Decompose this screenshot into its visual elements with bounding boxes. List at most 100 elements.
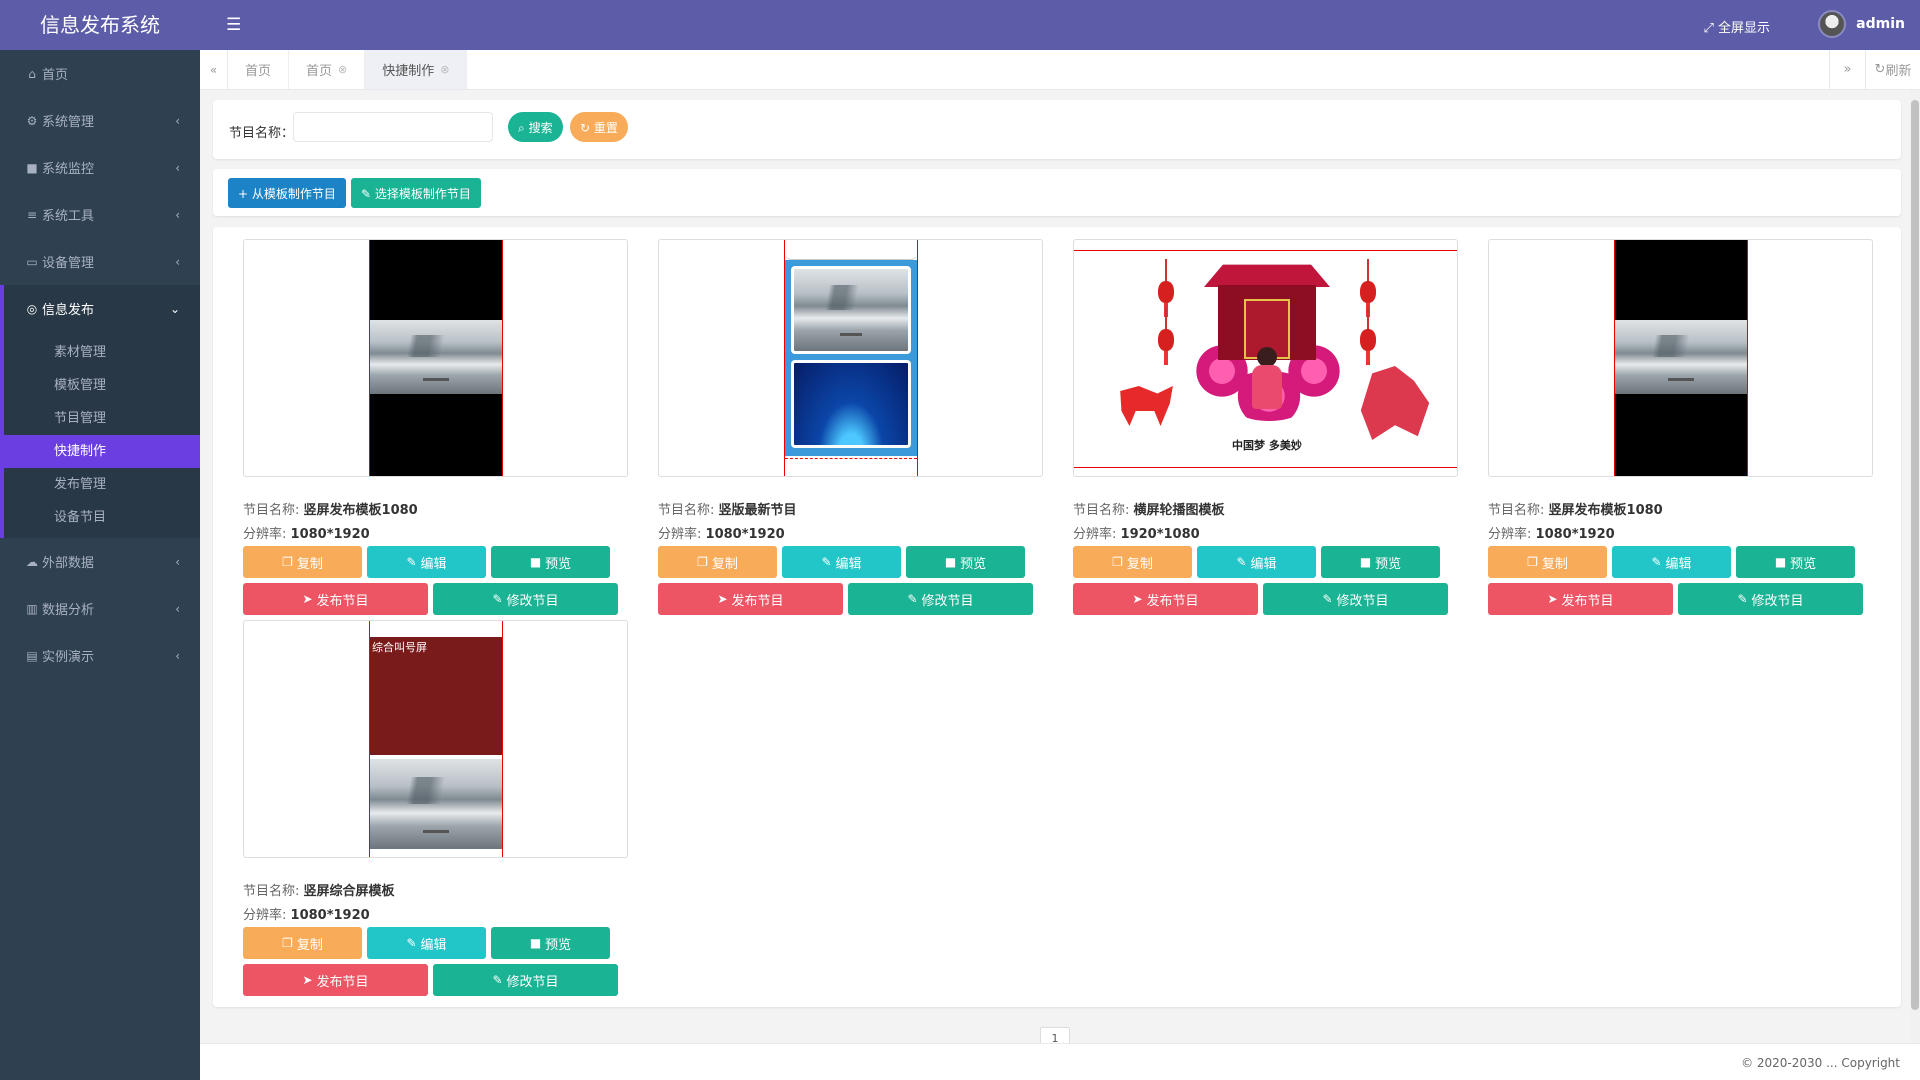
sidebar-item-info-publish[interactable]: ◎ 信息发布 ⌄ <box>0 285 200 332</box>
copy-icon: ❐ <box>697 555 708 569</box>
search-button-label: 搜索 <box>528 120 553 135</box>
action-panel: + 从模板制作节目 ✎ 选择模板制作节目 <box>213 169 1901 216</box>
edit-button[interactable]: ✎ 编辑 <box>367 927 486 959</box>
book-icon: ▤ <box>26 648 38 663</box>
copyright-text: © 2020-2030 ... Copyright <box>1741 1056 1900 1070</box>
program-thumbnail[interactable] <box>243 239 628 477</box>
sidebar-subitem-programs[interactable]: 节目管理 <box>4 402 200 435</box>
sidebar-subitem-quick-make[interactable]: 快捷制作 <box>0 435 200 468</box>
program-resolution: 分辨率: 1920*1080 <box>1073 527 1200 542</box>
sidebar-item-system-management[interactable]: ⚙ 系统管理 ‹ <box>0 97 200 144</box>
edit-button[interactable]: ✎ 编辑 <box>1197 546 1316 578</box>
sidebar-item-data-analysis[interactable]: ▥ 数据分析 ‹ <box>0 585 200 632</box>
program-name: 节目名称: 竖屏发布模板1080 <box>1488 503 1663 518</box>
menu-toggle-icon[interactable]: ☰ <box>226 15 241 35</box>
program-name: 节目名称: 竖屏综合屏模板 <box>243 884 395 899</box>
select-template-button[interactable]: ✎ 选择模板制作节目 <box>351 178 481 208</box>
double-chevron-right-icon: » <box>1843 62 1852 77</box>
copy-button[interactable]: ❐ 复制 <box>658 546 777 578</box>
edit-button[interactable]: ✎ 编辑 <box>782 546 901 578</box>
tab-home-2[interactable]: 首页 ⊗ <box>289 50 366 89</box>
tab-home[interactable]: 首页 <box>228 50 290 89</box>
copy-button[interactable]: ❐ 复制 <box>1073 546 1192 578</box>
plus-icon: + <box>238 186 249 201</box>
copy-icon: ❐ <box>282 555 293 569</box>
refresh-button[interactable]: ↻ 刷新 <box>1865 50 1920 89</box>
video-icon: ■ <box>529 936 542 950</box>
edit-icon: ✎ <box>406 936 417 950</box>
modify-button[interactable]: ✎ 修改节目 <box>1263 583 1448 615</box>
preview-button[interactable]: ■ 预览 <box>1321 546 1440 578</box>
copy-icon: ❐ <box>282 936 293 950</box>
user-menu[interactable]: admin <box>1818 10 1905 38</box>
edit-button[interactable]: ✎ 编辑 <box>1612 546 1731 578</box>
copy-button[interactable]: ❐ 复制 <box>243 546 362 578</box>
lantern-decoration <box>1158 307 1174 365</box>
sidebar-item-external-data[interactable]: ☁ 外部数据 ‹ <box>0 538 200 585</box>
tabs-scroll-left-button[interactable]: « <box>200 50 228 89</box>
sidebar-item-system-tools[interactable]: ≡ 系统工具 ‹ <box>0 191 200 238</box>
sidebar-item-device-management[interactable]: ▭ 设备管理 ‹ <box>0 238 200 285</box>
pencil-square-icon: ✎ <box>1322 592 1333 606</box>
modify-button[interactable]: ✎ 修改节目 <box>848 583 1033 615</box>
publish-button[interactable]: ➤ 发布节目 <box>243 964 428 996</box>
chevron-left-icon: ‹ <box>175 113 180 128</box>
dancer-paper-cut <box>1360 366 1430 440</box>
sidebar-item-system-monitor[interactable]: ■ 系统监控 ‹ <box>0 144 200 191</box>
tabs-scroll-right-button[interactable]: » <box>1829 50 1865 89</box>
modify-button[interactable]: ✎ 修改节目 <box>433 964 618 996</box>
edit-icon: ✎ <box>1651 555 1662 569</box>
sidebar-item-home[interactable]: ⌂ 首页 <box>0 50 200 97</box>
reset-button-label: 重置 <box>593 120 618 135</box>
copy-button[interactable]: ❐ 复制 <box>1488 546 1607 578</box>
vertical-scrollbar[interactable] <box>1910 90 1920 1043</box>
copy-icon: ❐ <box>1527 555 1538 569</box>
main-content: 节目名称： ⌕ 搜索 ↻ 重置 + 从模板制作节目 ✎ 选择模板制作节目 节目名… <box>200 90 1920 1080</box>
sidebar-subitem-materials[interactable]: 素材管理 <box>4 336 200 369</box>
video-icon: ■ <box>944 555 957 569</box>
preview-button[interactable]: ■ 预览 <box>906 546 1025 578</box>
scrollbar-thumb[interactable] <box>1911 100 1919 1010</box>
publish-button[interactable]: ➤ 发布节目 <box>243 583 428 615</box>
program-thumbnail[interactable]: 中国梦 多美妙 <box>1073 239 1458 477</box>
publish-button[interactable]: ➤ 发布节目 <box>1073 583 1258 615</box>
search-button[interactable]: ⌕ 搜索 <box>508 112 563 142</box>
sidebar-subitem-device-programs[interactable]: 设备节目 <box>4 501 200 534</box>
preview-button[interactable]: ■ 预览 <box>491 927 610 959</box>
modify-button[interactable]: ✎ 修改节目 <box>433 583 618 615</box>
landscape-image <box>1615 320 1747 394</box>
publish-button[interactable]: ➤ 发布节目 <box>658 583 843 615</box>
program-name-input[interactable] <box>293 112 493 142</box>
double-chevron-left-icon: « <box>209 62 218 77</box>
edit-button[interactable]: ✎ 编辑 <box>367 546 486 578</box>
sidebar-subitem-templates[interactable]: 模板管理 <box>4 369 200 402</box>
program-thumbnail[interactable]: 综合叫号屏 <box>243 620 628 858</box>
close-icon[interactable]: ⊗ <box>440 63 449 76</box>
program-thumbnail[interactable] <box>658 239 1043 477</box>
preview-button[interactable]: ■ 预览 <box>491 546 610 578</box>
sidebar-item-examples[interactable]: ▤ 实例演示 ‹ <box>0 632 200 679</box>
sidebar-item-label: 数据分析 <box>42 603 95 618</box>
vertical-screen-preview <box>369 240 503 476</box>
close-icon[interactable]: ⊗ <box>338 63 347 76</box>
chevron-left-icon: ‹ <box>175 207 180 222</box>
footer: © 2020-2030 ... Copyright <box>200 1043 1920 1080</box>
publish-button[interactable]: ➤ 发布节目 <box>1488 583 1673 615</box>
program-name-label: 节目名称： <box>229 126 295 141</box>
sidebar-nav: ⌂ 首页 ⚙ 系统管理 ‹ ■ 系统监控 ‹ ≡ 系统工具 ‹ ▭ 设备管理 ‹… <box>0 50 200 679</box>
preview-button[interactable]: ■ 预览 <box>1736 546 1855 578</box>
fullscreen-button[interactable]: ⤢ 全屏显示 <box>1703 17 1770 36</box>
modify-button[interactable]: ✎ 修改节目 <box>1678 583 1863 615</box>
tab-quick-make[interactable]: 快捷制作 ⊗ <box>365 50 468 89</box>
sidebar-subitem-publish-management[interactable]: 发布管理 <box>4 468 200 501</box>
program-thumbnail[interactable] <box>1488 239 1873 477</box>
reset-button[interactable]: ↻ 重置 <box>570 112 628 142</box>
user-name: admin <box>1856 16 1905 32</box>
create-from-template-button[interactable]: + 从模板制作节目 <box>228 178 346 208</box>
goat-paper-cut <box>1120 386 1173 426</box>
copy-button[interactable]: ❐ 复制 <box>243 927 362 959</box>
program-resolution: 分辨率: 1080*1920 <box>1488 527 1615 542</box>
video-icon: ■ <box>26 160 38 175</box>
pencil-square-icon: ✎ <box>492 592 503 606</box>
chevron-left-icon: ‹ <box>175 160 180 175</box>
